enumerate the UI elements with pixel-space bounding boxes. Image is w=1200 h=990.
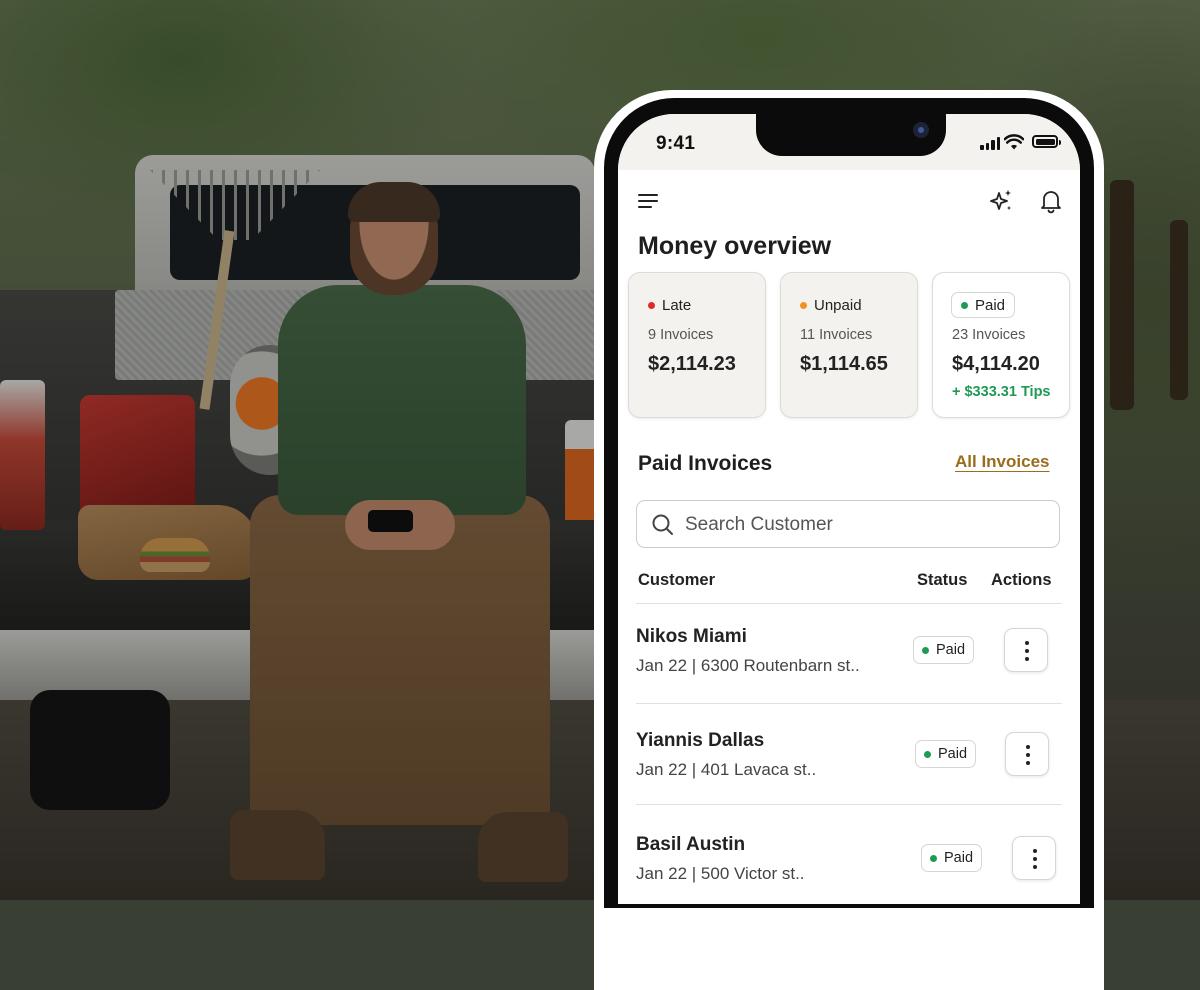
search-input[interactable] [683, 501, 1047, 548]
paid-dot-icon [961, 301, 968, 309]
hamburger-menu-icon[interactable] [636, 190, 662, 212]
customer-name: Yiannis Dallas [636, 730, 765, 751]
column-header-status: Status [917, 571, 968, 589]
paid-dot-icon [930, 854, 937, 862]
invoice-amount: $1,114.65 [800, 353, 888, 375]
card-label-text: Paid [975, 296, 1006, 314]
divider [636, 603, 1062, 604]
wifi-icon [1004, 134, 1024, 150]
card-label-text: Late [662, 297, 692, 314]
search-field[interactable] [636, 500, 1060, 548]
status-text: Paid [944, 850, 974, 866]
camera-icon [913, 122, 929, 138]
status-text: Paid [936, 642, 966, 658]
invoice-count: 23 Invoices [952, 327, 1026, 343]
divider [636, 804, 1062, 805]
signal-icon [980, 136, 1000, 150]
search-icon [652, 514, 673, 535]
late-dot-icon [648, 302, 655, 309]
row-actions-button[interactable] [1004, 628, 1048, 672]
status-badge: Paid [915, 740, 977, 768]
row-actions-button[interactable] [1005, 732, 1049, 776]
status-bar: 9:41 [618, 114, 1080, 170]
sparkle-icon[interactable] [988, 188, 1014, 214]
bell-icon[interactable] [1038, 188, 1064, 214]
tips-amount: + $333.31 Tips [952, 384, 1051, 400]
phone-screen: 9:41 Money overview Late 9 Invoices $2,1… [618, 114, 1080, 904]
invoice-count: 9 Invoices [648, 327, 714, 343]
invoice-amount: $4,114.20 [952, 353, 1040, 375]
section-title: Paid Invoices [638, 452, 773, 475]
status-time: 9:41 [656, 133, 696, 154]
status-text: Paid [938, 746, 968, 762]
page-title: Money overview [638, 232, 832, 260]
card-label: Late [648, 297, 691, 314]
customer-meta: Jan 22 | 500 Victor st.. [636, 864, 805, 883]
invoice-amount: $2,114.23 [648, 353, 736, 375]
notch [756, 114, 946, 156]
paid-dot-icon [924, 750, 931, 758]
paid-summary-card[interactable]: Paid 23 Invoices $4,114.20 + $333.31 Tip… [932, 272, 1070, 418]
column-header-actions: Actions [991, 571, 1052, 589]
paid-status-pill: Paid [951, 292, 1016, 318]
card-label-text: Unpaid [814, 297, 862, 314]
row-actions-button[interactable] [1012, 836, 1056, 880]
status-badge: Paid [913, 636, 975, 664]
unpaid-summary-card[interactable]: Unpaid 11 Invoices $1,114.65 [780, 272, 918, 418]
paid-dot-icon [922, 646, 929, 654]
status-badge: Paid [921, 844, 983, 872]
customer-meta: Jan 22 | 401 Lavaca st.. [636, 760, 817, 779]
late-summary-card[interactable]: Late 9 Invoices $2,114.23 [628, 272, 766, 418]
column-header-customer: Customer [638, 571, 716, 589]
unpaid-dot-icon [800, 302, 807, 309]
customer-meta: Jan 22 | 6300 Routenbarn st.. [636, 656, 860, 675]
card-label: Unpaid [800, 297, 862, 314]
customer-name: Basil Austin [636, 834, 746, 855]
invoice-count: 11 Invoices [800, 327, 873, 343]
customer-name: Nikos Miami [636, 626, 747, 647]
all-invoices-link[interactable]: All Invoices [955, 452, 1049, 472]
battery-icon [1032, 135, 1061, 148]
divider [636, 703, 1062, 704]
